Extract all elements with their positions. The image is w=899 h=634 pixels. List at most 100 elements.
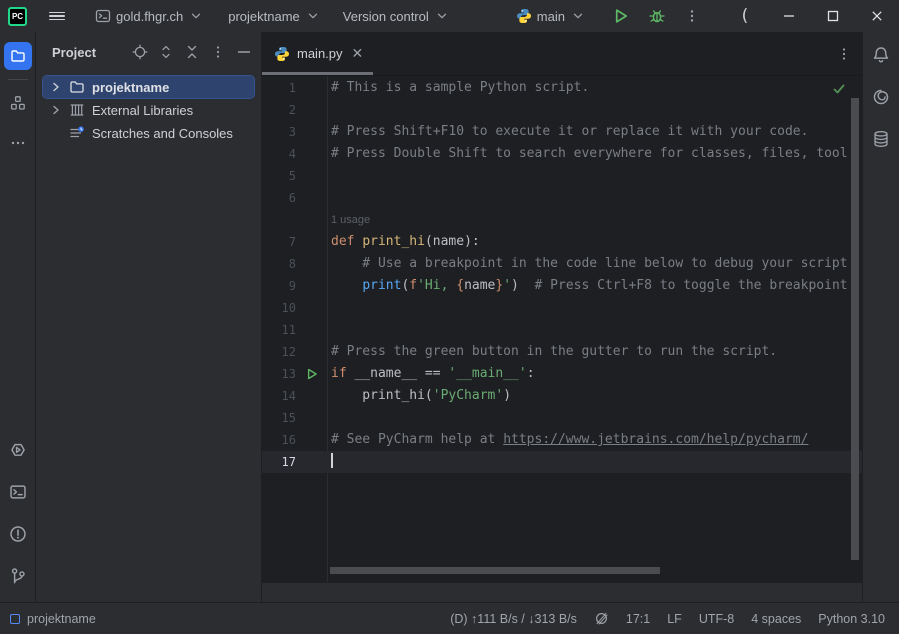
titlebar-more-button[interactable] [678, 4, 706, 28]
version-control-menu[interactable]: Version control [337, 4, 456, 28]
line-number[interactable]: 4 [262, 143, 296, 165]
gutter-slot[interactable] [296, 363, 327, 385]
tool-structure-button[interactable] [4, 89, 32, 117]
code-line[interactable]: 15 [262, 407, 862, 429]
code-line[interactable]: 16# See PyCharm help at https://www.jetb… [262, 429, 862, 451]
line-number[interactable]: 2 [262, 99, 296, 121]
gutter-slot[interactable] [296, 385, 327, 407]
code-line[interactable]: 6 [262, 187, 862, 209]
gutter-slot[interactable] [296, 143, 327, 165]
code-line[interactable]: 13if __name__ == '__main__': [262, 363, 862, 385]
code-line[interactable]: 10 [262, 297, 862, 319]
gutter-slot[interactable] [296, 319, 327, 341]
code-line[interactable]: 1# This is a sample Python script. [262, 77, 862, 99]
run-button[interactable] [606, 3, 636, 29]
run-configuration-selector[interactable]: main [510, 4, 592, 28]
gutter-slot[interactable] [296, 209, 327, 231]
tab-close-icon[interactable]: ✕ [352, 45, 364, 62]
close-button[interactable] [855, 0, 899, 32]
line-number[interactable]: 1 [262, 77, 296, 99]
line-number[interactable]: 15 [262, 407, 296, 429]
line-number[interactable]: 10 [262, 297, 296, 319]
line-number[interactable]: 13 [262, 363, 296, 385]
highlighting-off-icon[interactable] [594, 611, 609, 626]
code-line[interactable]: 5 [262, 165, 862, 187]
code-line[interactable]: 14 print_hi('PyCharm') [262, 385, 862, 407]
interpreter-widget[interactable]: Python 3.10 [818, 612, 885, 626]
notifications-button[interactable] [867, 42, 895, 68]
remote-target-selector[interactable]: gold.fhgr.ch [89, 4, 210, 28]
editor-options-button[interactable] [826, 32, 862, 75]
more-tool-windows-button[interactable] [4, 129, 32, 157]
vertical-scrollbar[interactable] [851, 98, 859, 560]
encoding-widget[interactable]: UTF-8 [699, 612, 734, 626]
code-editor[interactable]: 1# This is a sample Python script.23# Pr… [262, 76, 862, 582]
tool-services-button[interactable] [4, 436, 32, 464]
line-number[interactable]: 5 [262, 165, 296, 187]
inlay-hint-line[interactable]: 1 usage [262, 209, 862, 231]
code-line[interactable]: 3# Press Shift+F10 to execute it or repl… [262, 121, 862, 143]
line-number[interactable]: 16 [262, 429, 296, 451]
line-number[interactable] [262, 209, 296, 231]
gutter-slot[interactable] [296, 275, 327, 297]
line-number[interactable]: 12 [262, 341, 296, 363]
crescent-button[interactable]: ( [723, 0, 767, 32]
gutter-slot[interactable] [296, 407, 327, 429]
code-line[interactable]: 2 [262, 99, 862, 121]
debug-button[interactable] [642, 3, 672, 29]
code-line[interactable]: 8 # Use a breakpoint in the code line be… [262, 253, 862, 275]
main-menu-button[interactable] [43, 5, 71, 26]
status-project-widget[interactable]: projektname [10, 612, 96, 626]
code-line[interactable]: 9 print(f'Hi, {name}') # Press Ctrl+F8 t… [262, 275, 862, 297]
maximize-button[interactable] [811, 0, 855, 32]
gutter-slot[interactable] [296, 121, 327, 143]
tool-version-control-button[interactable] [4, 562, 32, 590]
gutter-slot[interactable] [296, 165, 327, 187]
indent-widget[interactable]: 4 spaces [751, 612, 801, 626]
usages-inlay-hint[interactable]: 1 usage [331, 214, 370, 226]
hide-panel-button[interactable] [233, 41, 255, 63]
gutter-slot[interactable] [296, 77, 327, 99]
tool-terminal-button[interactable] [4, 478, 32, 506]
line-number[interactable]: 3 [262, 121, 296, 143]
line-number[interactable]: 17 [262, 451, 296, 473]
ai-assistant-button[interactable] [867, 84, 895, 110]
tool-problems-button[interactable] [4, 520, 32, 548]
gutter-slot[interactable] [296, 297, 327, 319]
line-number[interactable]: 8 [262, 253, 296, 275]
gutter-slot[interactable] [296, 451, 327, 473]
gutter-slot[interactable] [296, 253, 327, 275]
line-separator-widget[interactable]: LF [667, 612, 682, 626]
minimize-button[interactable] [767, 0, 811, 32]
line-number[interactable]: 14 [262, 385, 296, 407]
line-number[interactable]: 6 [262, 187, 296, 209]
code-line[interactable]: 17 [262, 451, 862, 473]
code-line[interactable]: 11 [262, 319, 862, 341]
caret-position-widget[interactable]: 17:1 [626, 612, 650, 626]
gutter-slot[interactable] [296, 341, 327, 363]
database-button[interactable] [867, 126, 895, 152]
gutter-slot[interactable] [296, 187, 327, 209]
gutter-slot[interactable] [296, 231, 327, 253]
chevron-right-icon[interactable] [47, 78, 65, 96]
tree-item-external-libraries[interactable]: External Libraries [43, 99, 254, 121]
gutter-slot[interactable] [296, 99, 327, 121]
project-selector[interactable]: projektname [222, 4, 327, 28]
chevron-right-icon[interactable] [47, 101, 65, 119]
tab-main-py[interactable]: main.py ✕ [262, 32, 373, 75]
line-number[interactable]: 11 [262, 319, 296, 341]
code-line[interactable]: 4# Press Double Shift to search everywhe… [262, 143, 862, 165]
locate-file-button[interactable] [129, 41, 151, 63]
horizontal-scrollbar[interactable] [330, 567, 660, 574]
line-number[interactable]: 9 [262, 275, 296, 297]
tool-project-button[interactable] [4, 42, 32, 70]
code-line[interactable]: 7def print_hi(name): [262, 231, 862, 253]
expand-all-button[interactable] [155, 41, 177, 63]
tree-item-scratches[interactable]: Scratches and Consoles [43, 122, 254, 144]
panel-options-button[interactable] [207, 41, 229, 63]
line-number[interactable]: 7 [262, 231, 296, 253]
tree-item-projektname[interactable]: projektname [43, 76, 254, 98]
gutter-slot[interactable] [296, 429, 327, 451]
inspection-status-button[interactable] [832, 82, 846, 96]
network-speed-widget[interactable]: (D) ↑111 B/s / ↓313 B/s [450, 612, 577, 626]
